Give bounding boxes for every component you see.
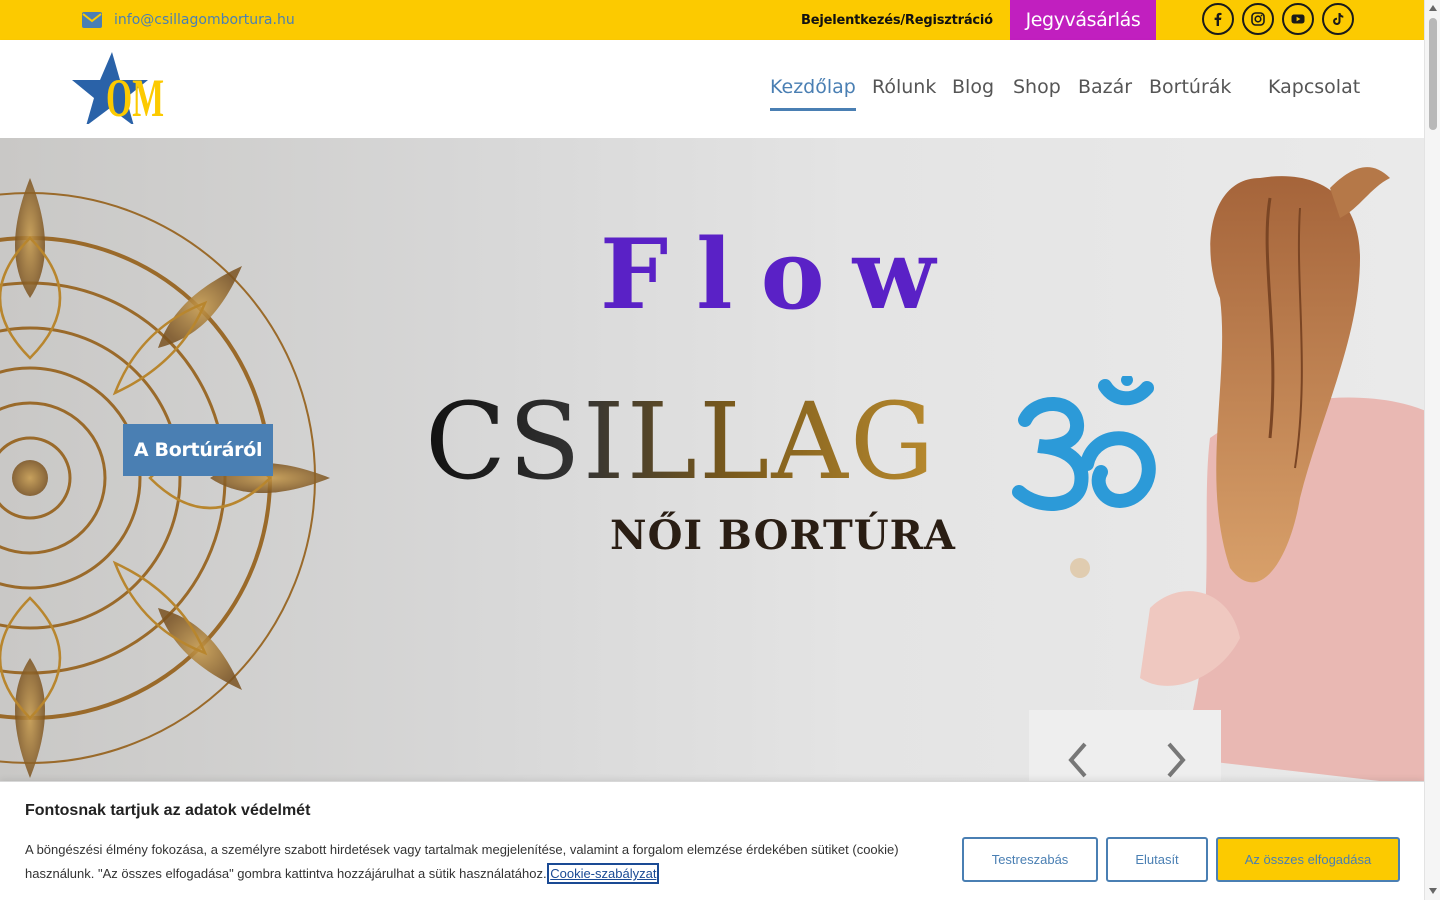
mail-icon [82, 12, 102, 28]
nav-shop[interactable]: Shop [1013, 76, 1061, 98]
email-contact[interactable]: info@csillagombortura.hu [82, 12, 295, 28]
om-symbol-icon [1012, 376, 1156, 511]
nav-blog[interactable]: Blog [952, 76, 994, 98]
top-bar: info@csillagombortura.hu Bejelentkezés/R… [0, 0, 1424, 40]
facebook-link[interactable] [1202, 3, 1234, 35]
hero-slider: Flow CSILLAG NŐI BORTÚRA A Bortúráról [0, 138, 1424, 788]
nav-home[interactable]: Kezdőlap [770, 76, 856, 111]
nav-bazaar[interactable]: Bazár [1078, 76, 1132, 98]
hero-subtitle: NŐI BORTÚRA [610, 512, 956, 559]
login-register-link[interactable]: Bejelentkezés/Regisztráció [801, 13, 993, 28]
hero-title-csillag: CSILLAG [425, 380, 937, 503]
ticket-purchase-button[interactable]: Jegyvásárlás [1010, 0, 1156, 40]
nav-wine-tours[interactable]: Bortúrák [1149, 76, 1231, 98]
scroll-thumb[interactable] [1429, 18, 1437, 130]
cookie-policy-link[interactable]: Cookie-szabályzat [547, 863, 660, 884]
accept-all-button[interactable]: Az összes elfogadása [1216, 837, 1400, 882]
cookie-title: Fontosnak tartjuk az adatok védelmét [25, 802, 311, 819]
tiktok-link[interactable] [1322, 3, 1354, 35]
youtube-link[interactable] [1282, 3, 1314, 35]
chevron-right-icon[interactable] [1161, 740, 1191, 780]
site-logo[interactable]: OM [70, 48, 170, 124]
cookie-banner: Fontosnak tartjuk az adatok védelmét A b… [0, 781, 1424, 900]
instagram-icon [1251, 12, 1265, 26]
hero-title-flow: Flow [600, 218, 964, 331]
reject-button[interactable]: Elutasít [1106, 837, 1208, 882]
main-header: OM Kezdőlap Rólunk Blog Shop Bazár Bortú… [0, 40, 1424, 138]
email-link[interactable]: info@csillagombortura.hu [114, 12, 295, 28]
page-scrollbar[interactable] [1424, 0, 1440, 900]
tiktok-icon [1333, 13, 1344, 25]
slider-navigation [1029, 710, 1221, 788]
chevron-left-icon[interactable] [1063, 740, 1093, 780]
scroll-up-arrow-icon[interactable] [1429, 5, 1437, 11]
nav-about[interactable]: Rólunk [872, 76, 936, 98]
customize-button[interactable]: Testreszabás [962, 837, 1098, 882]
logo-text: OM [106, 68, 164, 124]
nav-contact[interactable]: Kapcsolat [1268, 76, 1360, 98]
cookie-description: A böngészési élmény fokozása, a személyr… [25, 842, 899, 881]
about-tour-button[interactable]: A Bortúráról [123, 424, 273, 476]
instagram-link[interactable] [1242, 3, 1274, 35]
youtube-icon [1291, 14, 1305, 24]
scroll-down-arrow-icon[interactable] [1429, 888, 1437, 894]
cookie-text: A böngészési élmény fokozása, a személyr… [25, 838, 925, 886]
facebook-icon [1214, 12, 1222, 26]
